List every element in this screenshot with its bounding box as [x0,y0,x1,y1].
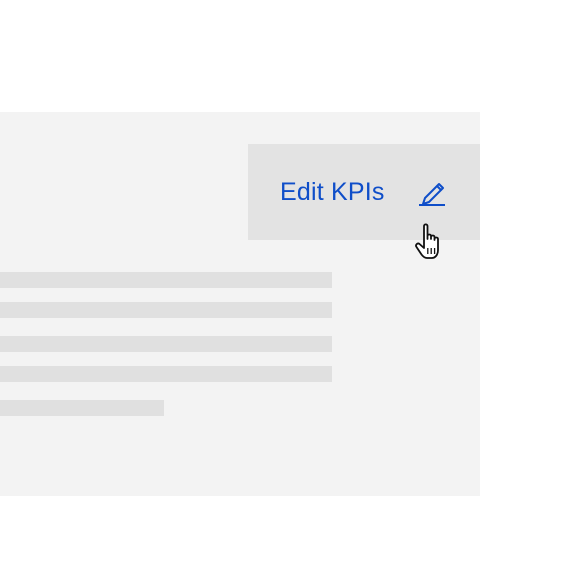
skeleton-line [0,400,164,416]
edit-kpis-label: Edit KPIs [280,177,385,206]
skeleton-line [0,336,332,352]
skeleton-line [0,272,332,288]
pencil-edit-icon [419,183,445,206]
hand-pointer-icon [415,223,439,259]
skeleton-line [0,302,332,318]
canvas: Edit KPIs [0,0,576,576]
skeleton-line [0,366,332,382]
